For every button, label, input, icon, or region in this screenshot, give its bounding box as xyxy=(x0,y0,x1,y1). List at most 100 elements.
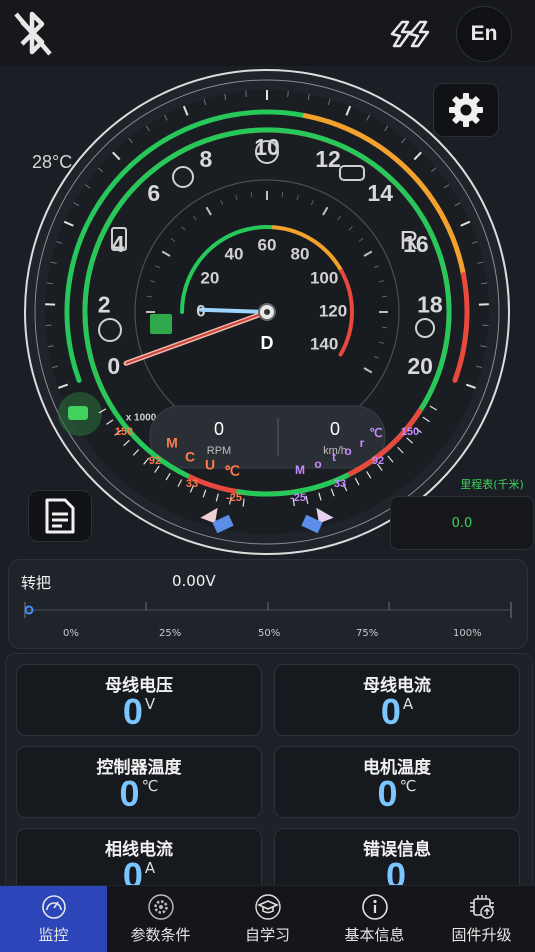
nav-label: 基本信息 xyxy=(344,924,404,945)
gear-icon xyxy=(446,90,486,130)
rpm-scale-label: 18 xyxy=(417,291,443,317)
nav-label: 监控 xyxy=(38,924,68,945)
speed-scale-label: 60 xyxy=(258,235,277,254)
motor-temp-scale-label: 150 xyxy=(401,426,419,438)
mcu-temp-label-char: ℃ xyxy=(224,463,240,479)
rpm-scale-label: 0 xyxy=(107,353,120,379)
speed-scale-label: 120 xyxy=(319,301,347,320)
settings-button[interactable] xyxy=(433,83,499,137)
rpm-scale-label: 12 xyxy=(315,146,341,172)
nav-tab-self-learning[interactable]: 自学习 xyxy=(214,886,321,952)
rpm-scale-label: 8 xyxy=(200,146,213,172)
mcu-temp-scale-label: 92 xyxy=(149,455,161,467)
metric-value: 0 xyxy=(123,691,143,732)
nav-tab-monitor[interactable]: 监控 xyxy=(0,886,107,952)
learning-cap-icon xyxy=(254,893,282,921)
metric-card-motor-temp: 电机温度 0℃ xyxy=(274,746,520,818)
temperature-readout: 28°C xyxy=(32,152,72,173)
metric-card-bus-current: 母线电流 0A xyxy=(274,664,520,736)
metric-unit: A xyxy=(403,695,413,713)
metrics-panel: 母线电压 0V 母线电流 0A 控制器温度 0℃ 电机温度 0℃ 相线电流 0A… xyxy=(5,653,533,895)
speed-tick xyxy=(282,192,283,197)
rpm-scale-label: 4 xyxy=(112,231,125,257)
bottom-nav: 监控 参数条件 自学习 基本信息 固件升级 xyxy=(0,885,535,952)
odometer-value: 0.0 xyxy=(452,516,473,531)
rpm-scale-label: 20 xyxy=(407,353,433,379)
mcu-temp-label-char: U xyxy=(205,457,215,473)
chip-upgrade-icon xyxy=(468,893,496,921)
throttle-tick-75: 75% xyxy=(356,628,378,639)
nav-tab-parameters[interactable]: 参数条件 xyxy=(107,886,214,952)
odometer-box: 0.0 xyxy=(390,496,534,550)
speed-tick xyxy=(382,296,387,297)
throttle-voltage: 0.00V xyxy=(172,572,216,590)
throttle-slider[interactable] xyxy=(21,598,515,622)
gauge-icon xyxy=(40,893,68,921)
mcu-temp-scale-label: 150 xyxy=(115,426,133,438)
throttle-card: 转把 0.00V 0% 25% 50% 75% 100% xyxy=(8,559,528,649)
motor-temp-label-char: t xyxy=(332,450,336,464)
speed-value: 0 xyxy=(330,419,340,439)
rpm-scale-label: 2 xyxy=(98,291,111,317)
metric-unit: ℃ xyxy=(400,777,417,795)
mcu-temp-scale-label: 33 xyxy=(186,478,198,490)
nav-label: 参数条件 xyxy=(130,924,190,945)
speed-needle xyxy=(201,310,267,312)
speed-scale-label: 40 xyxy=(225,244,244,263)
nav-label: 固件升级 xyxy=(451,924,511,945)
motor-temp-label-char: o xyxy=(344,444,351,458)
mcu-temp-scale-label: -25 xyxy=(226,492,242,504)
mcu-temp-label-char: C xyxy=(185,449,195,465)
throttle-label: 转把 xyxy=(21,572,51,593)
throttle-tick-50: 50% xyxy=(258,628,280,639)
metric-card-bus-voltage: 母线电压 0V xyxy=(16,664,262,736)
speed-tick xyxy=(382,327,387,328)
speed-tick xyxy=(147,296,152,297)
metric-unit: A xyxy=(145,859,155,877)
rpm-tick xyxy=(246,91,247,97)
info-icon xyxy=(361,893,389,921)
speed-scale-label: 80 xyxy=(291,244,310,263)
metric-unit: ℃ xyxy=(142,777,159,795)
rpm-scale-label: 14 xyxy=(367,180,393,206)
mcu-temp-label-char: M xyxy=(166,435,178,451)
needle-hub-center xyxy=(264,309,270,315)
metric-value: 0 xyxy=(120,773,140,814)
motor-temp-scale-label: 92 xyxy=(372,455,384,467)
gear-drive-label: D xyxy=(261,333,274,353)
throttle-tick-100: 100% xyxy=(453,628,482,639)
swap-direction-icon[interactable] xyxy=(384,12,436,56)
speed-scale-label: 100 xyxy=(310,268,338,287)
rpm-value: 0 xyxy=(214,419,224,439)
metric-value: 0 xyxy=(378,773,398,814)
settings-icon xyxy=(147,893,175,921)
speed-scale-label: 140 xyxy=(310,334,338,353)
language-button[interactable]: En xyxy=(456,6,512,62)
motor-temp-label-char: M xyxy=(295,463,305,477)
rpm-scale-label: 6 xyxy=(147,180,160,206)
motor-temp-scale-label: 33 xyxy=(334,478,346,490)
nav-label: 自学习 xyxy=(245,924,290,945)
motor-temp-label-char: r xyxy=(360,436,365,450)
document-icon xyxy=(43,497,77,535)
nav-tab-firmware-upgrade[interactable]: 固件升级 xyxy=(428,886,535,952)
rpm-unit: RPM xyxy=(207,445,231,457)
gear-reverse-label: R xyxy=(400,225,419,255)
top-bar: En xyxy=(0,0,535,66)
rpm-multiplier-label: x 1000 xyxy=(126,413,157,424)
speed-scale-label: 20 xyxy=(200,268,219,287)
throttle-tick-25: 25% xyxy=(159,628,181,639)
battery-icon xyxy=(150,314,172,334)
bluetooth-disabled-icon[interactable] xyxy=(10,8,56,58)
motor-temp-scale-label: -25 xyxy=(290,492,306,504)
status-indicator-icon xyxy=(68,406,88,420)
motor-temp-label-char: ℃ xyxy=(369,426,382,440)
log-document-button[interactable] xyxy=(28,490,92,542)
nav-tab-basic-info[interactable]: 基本信息 xyxy=(321,886,428,952)
throttle-tick-0: 0% xyxy=(63,628,79,639)
speed-tick xyxy=(251,192,252,197)
odometer-title: 里程表(千米) xyxy=(452,476,532,492)
metric-value: 0 xyxy=(381,691,401,732)
metric-unit: V xyxy=(145,695,155,713)
rpm-tick xyxy=(288,91,289,97)
